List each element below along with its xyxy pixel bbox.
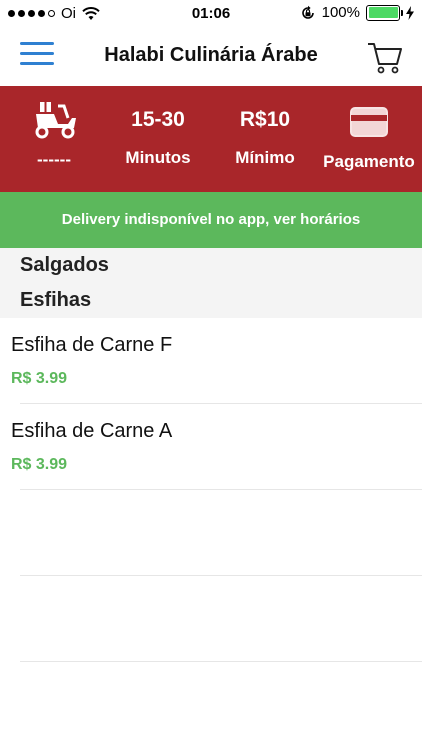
minimum-order-label: Mínimo [235,148,295,167]
subcategory-esfihas[interactable]: Esfihas [20,289,91,312]
credit-card-icon [350,107,388,137]
payment-methods-button[interactable]: Pagamento [316,86,422,192]
status-bar: Oi 01:06 100% [0,0,422,28]
product-item[interactable]: Esfiha de Carne F R$ 3.99 [0,318,422,404]
delivery-time-unit: Minutos [125,148,191,167]
delivery-scooter-icon [35,102,76,139]
delivery-fee-value: ------ [37,150,71,169]
delivery-time-value: 15-30 [131,108,185,131]
product-name: Esfiha de Carne F [11,334,173,356]
product-price: R$ 3.99 [11,456,68,473]
minimum-order-value: R$10 [239,108,291,131]
product-name: Esfiha de Carne A [11,420,173,442]
category-header: Salgados Esfihas [0,248,422,318]
shopping-cart-icon[interactable] [366,38,404,76]
nav-bar: Halabi Culinária Árabe [0,28,422,87]
page-title: Halabi Culinária Árabe [104,44,318,66]
status-right: 100% [300,4,414,21]
category-salgados[interactable]: Salgados [20,254,109,277]
payment-label: Pagamento [323,152,415,171]
hamburger-menu-icon[interactable] [20,42,54,70]
divider [20,661,422,662]
product-item[interactable]: Esfiha de Carne A R$ 3.99 [0,404,422,490]
charging-bolt-icon [406,5,414,20]
rotation-lock-icon [301,5,314,19]
divider [20,575,422,576]
delivery-fee-column: ------ [0,86,108,192]
delivery-time-column: 15-30 Minutos [108,86,208,192]
restaurant-info-bar: ------ 15-30 Minutos R$10 Mínimo Pagamen… [0,86,422,192]
delivery-unavailable-banner[interactable]: Delivery indisponível no app, ver horári… [0,192,422,248]
product-price: R$ 3.99 [11,370,68,387]
battery-icon [366,4,403,21]
minimum-order-column: R$10 Mínimo [215,86,315,192]
product-list: Esfiha de Carne F R$ 3.99 Esfiha de Carn… [0,318,422,662]
divider [20,489,422,490]
battery-percent: 100% [321,4,360,21]
